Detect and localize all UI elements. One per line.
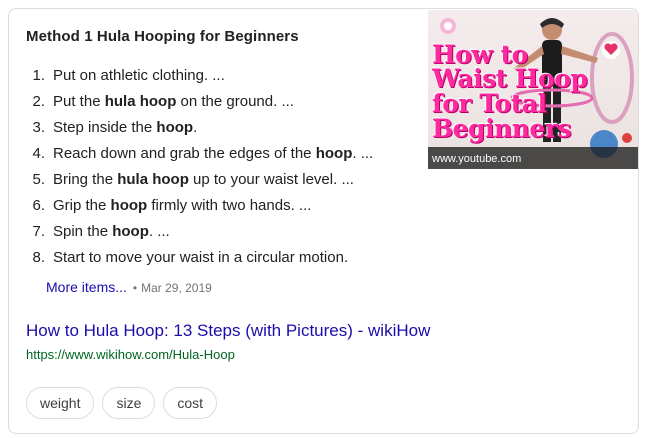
featured-snippet-card: Method 1 Hula Hooping for Beginners 1. Pu… xyxy=(8,8,639,434)
result-title-link[interactable]: How to Hula Hoop: 13 Steps (with Picture… xyxy=(26,321,430,341)
step-item: 3. Step inside the hoop. xyxy=(21,115,373,141)
step-text: Reach down and grab the edges of the xyxy=(53,145,316,162)
step-text: Put the xyxy=(53,93,105,110)
result-url: https://www.wikihow.com/Hula-Hoop xyxy=(26,347,235,362)
chip-weight[interactable]: weight xyxy=(26,387,95,419)
step-text: on the ground. ... xyxy=(176,93,294,110)
step-item: 4. Reach down and grab the edges of the h… xyxy=(21,141,373,167)
step-text: Grip the xyxy=(53,197,111,214)
step-number: 3. xyxy=(32,119,45,136)
step-number: 7. xyxy=(32,223,45,240)
thumbnail-overlay-line-3: for Total xyxy=(432,89,547,118)
step-text: Bring the xyxy=(53,171,118,188)
step-number: 5. xyxy=(32,171,45,188)
step-number: 6. xyxy=(32,197,45,214)
step-text: . ... xyxy=(352,145,374,162)
step-number: 2. xyxy=(32,93,45,110)
thumbnail-overlay-line-4: Beginners xyxy=(432,114,572,143)
separator-dot: • xyxy=(132,281,138,295)
step-text: Step inside the xyxy=(53,119,157,136)
step-text: Spin the xyxy=(53,223,113,240)
step-item: 7. Spin the hoop. ... xyxy=(21,219,373,245)
step-text: Put on athletic clothing. ... xyxy=(53,67,225,84)
step-text: firmly with two hands. ... xyxy=(147,197,312,214)
step-text: . ... xyxy=(148,223,170,240)
thumbnail-overlay-line-2: Waist Hoop xyxy=(432,64,588,93)
step-number: 4. xyxy=(32,145,45,162)
related-chips: weight size cost xyxy=(26,387,218,419)
step-keyword: hula hoop xyxy=(104,93,177,110)
thumbnail-caption: www.youtube.com xyxy=(432,153,522,165)
chip-cost[interactable]: cost xyxy=(163,387,218,419)
step-keyword: hoop xyxy=(156,119,194,136)
snippet-date: Mar 29, 2019 xyxy=(141,281,212,295)
step-text: up to your waist level. ... xyxy=(188,171,354,188)
step-text: . xyxy=(193,119,198,136)
steps-list: 1. Put on athletic clothing. ... 2. Put the… xyxy=(21,63,373,271)
chip-size[interactable]: size xyxy=(102,387,156,419)
step-number: 1. xyxy=(32,67,45,84)
step-keyword: hoop xyxy=(315,145,353,162)
step-number: 8. xyxy=(32,249,45,266)
step-keyword: hoop xyxy=(110,197,148,214)
video-thumbnail[interactable]: How to Waist Hoop for Total Beginners ww… xyxy=(428,10,638,169)
step-item: 6. Grip the hoop firmly with two hands. .… xyxy=(21,193,373,219)
step-keyword: hula hoop xyxy=(117,171,189,188)
more-items-link[interactable]: More items... xyxy=(46,279,127,295)
step-item: 1. Put on athletic clothing. ... xyxy=(21,63,373,89)
step-text: Start to move your waist in a circular m… xyxy=(53,249,349,266)
more-items-row: More items... • Mar 29, 2019 xyxy=(46,279,212,295)
step-item: 2. Put the hula hoop on the ground. ... xyxy=(21,89,373,115)
step-item: 5. Bring the hula hoop up to your waist l… xyxy=(21,167,373,193)
step-keyword: hoop xyxy=(112,223,149,240)
snippet-title: Method 1 Hula Hooping for Beginners xyxy=(26,28,299,45)
step-item: 8. Start to move your waist in a circular… xyxy=(21,245,373,271)
